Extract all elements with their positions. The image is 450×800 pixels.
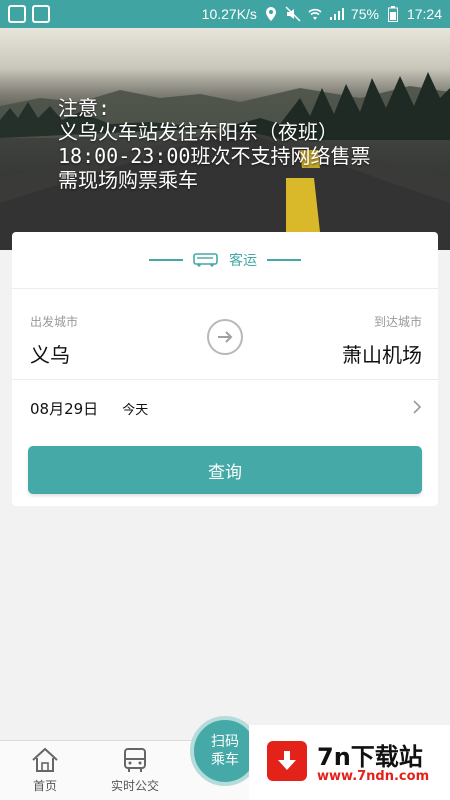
notice-line: 18:00-23:00班次不支持网络售票 [58,144,371,168]
status-left [8,5,50,23]
to-label: 到达城市 [373,315,422,329]
divider [267,259,301,261]
to-city-field[interactable]: 萧山机场 [342,339,422,368]
notice-line: 注意: [58,96,111,120]
net-speed: 10.27K/s [201,6,257,22]
battery-icon [385,6,401,22]
bus-icon [124,748,146,772]
from-label: 出发城市 [30,315,79,329]
day-label: 今天 [122,402,149,418]
battery-percent: 75% [350,6,379,22]
query-button[interactable]: 查询 [28,446,422,494]
date-value: 08月29日 [30,399,99,418]
clock: 17:24 [406,6,442,22]
divider [149,259,183,261]
scan-label-line1: 扫码 [211,734,239,750]
notice-text: 注意: 义乌火车站发往东阳东（夜班） 18:00-23:00班次不支持网络售票 … [58,96,430,192]
from-city-field[interactable]: 义乌 [30,339,70,368]
arrow-right-icon [218,331,233,343]
notice-line: 义乌火车站发往东阳东（夜班） [58,120,338,144]
home-icon [32,747,58,772]
route-row: 出发城市 义乌 到达城市 萧山机场 [12,288,438,380]
mute-icon [285,6,301,22]
signal-icon [329,6,345,22]
wifi-icon [307,6,323,22]
nav-home-label: 首页 [32,779,57,793]
search-card: 客运 出发城市 义乌 到达城市 萧山机场 08月29日 今天 查询 [12,232,438,506]
date-picker-row[interactable]: 08月29日 今天 [12,380,438,436]
gallery-notification-icon [8,5,26,23]
coach-bus-icon [193,253,218,267]
swap-cities-button[interactable] [207,319,243,355]
nav-item-realtime-bus[interactable]: 实时公交 [100,747,170,799]
scan-label-line2: 乘车 [211,752,239,768]
mail-notification-icon [32,5,50,23]
location-icon [263,6,279,22]
watermark-title: 7n下载站 [317,743,423,771]
hero-banner[interactable]: 注意: 义乌火车站发往东阳东（夜班） 18:00-23:00班次不支持网络售票 … [0,28,450,250]
mode-label: 客运 [229,253,257,269]
notice-line: 需现场购票乘车 [58,168,198,192]
nav-bus-label: 实时公交 [110,779,159,793]
status-right: 10.27K/s 75% 17:24 [202,6,442,22]
watermark: 7n下载站 www.7ndn.com [249,725,450,800]
transport-mode-tab[interactable]: 客运 [12,232,438,288]
download-arrow-icon [267,741,307,781]
nav-item-home[interactable]: 首页 [10,747,80,799]
chevron-right-icon [413,400,422,414]
watermark-url: www.7ndn.com [317,769,430,784]
status-bar: 10.27K/s 75% 17:24 [0,0,450,28]
